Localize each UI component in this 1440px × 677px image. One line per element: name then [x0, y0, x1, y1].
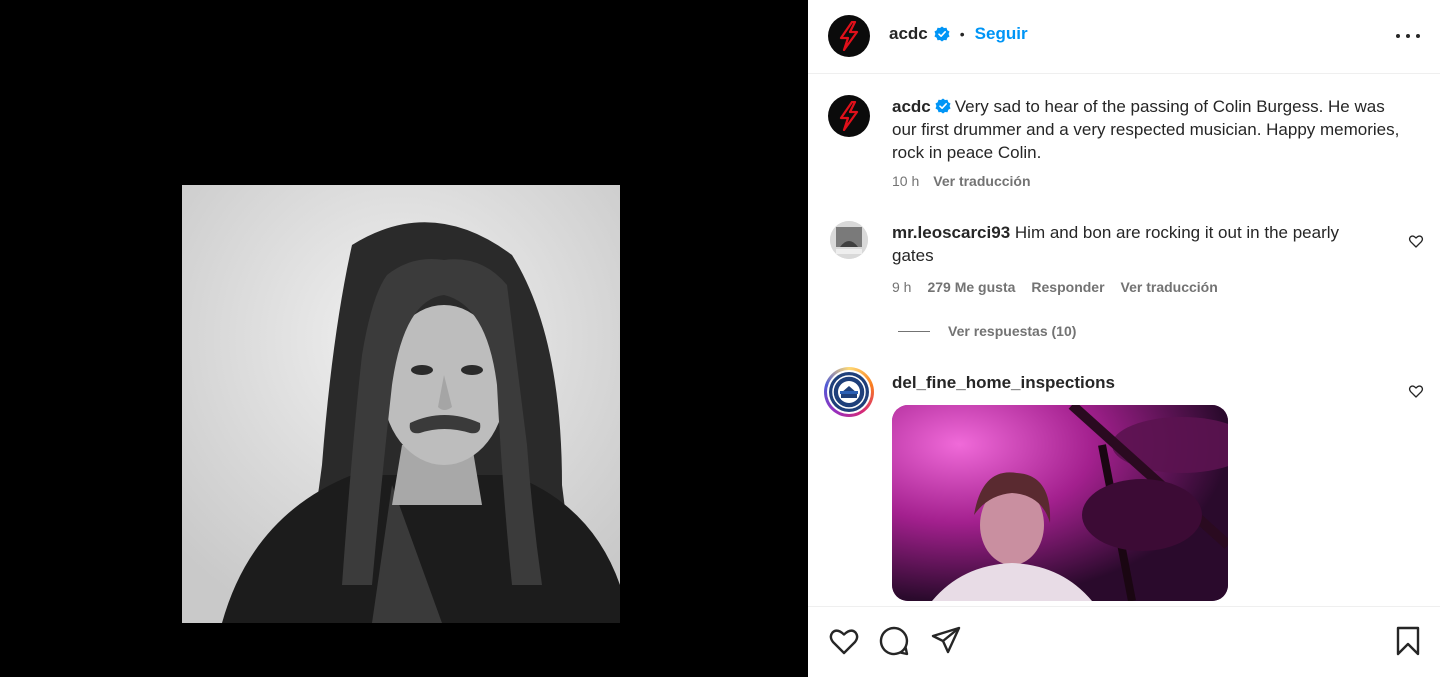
comment-like-heart-icon[interactable] — [1408, 383, 1424, 399]
action-bar — [808, 606, 1440, 677]
comment-icon[interactable] — [878, 625, 910, 657]
comment-translate-link[interactable]: Ver traducción — [1121, 279, 1218, 295]
replies-divider-line — [898, 330, 930, 332]
comment-username[interactable]: del_fine_home_inspections — [892, 373, 1115, 392]
comment-avatar[interactable] — [830, 221, 868, 259]
post-header: acdc • Seguir — [808, 0, 1440, 74]
comment-gif[interactable] — [892, 405, 1228, 601]
header-user: acdc • Seguir — [889, 24, 1028, 44]
caption-translate-link[interactable]: Ver traducción — [933, 173, 1030, 189]
media-panel — [0, 0, 808, 677]
share-icon[interactable] — [930, 625, 962, 657]
bookmark-icon[interactable] — [1392, 625, 1424, 657]
story-ring-avatar[interactable] — [824, 367, 874, 417]
caption-meta: 10 h Ver traducción — [892, 173, 1031, 189]
post-photo — [182, 185, 620, 623]
reply-button[interactable]: Responder — [1031, 279, 1104, 295]
caption-timestamp[interactable]: 10 h — [892, 173, 919, 189]
follow-button[interactable]: Seguir — [975, 24, 1028, 44]
author-avatar[interactable] — [828, 15, 870, 57]
business-logo-avatar — [829, 372, 869, 412]
drummer-gif-illustration — [892, 405, 1228, 601]
inspection-logo-icon — [832, 375, 866, 409]
post-details-panel: acdc • Seguir acdc Very sad to hear of t… — [808, 0, 1440, 677]
user-avatar-image — [830, 221, 868, 259]
view-replies-button[interactable]: Ver respuestas (10) — [898, 323, 1076, 339]
comment-header: del_fine_home_inspections — [892, 373, 1115, 393]
comment-likes-count[interactable]: 279 Me gusta — [927, 279, 1015, 295]
caption-author-username[interactable]: acdc — [892, 97, 931, 116]
caption: acdc Very sad to hear of the passing of … — [892, 95, 1412, 164]
comment-text: mr.leoscarci93 Him and bon are rocking i… — [892, 221, 1372, 267]
caption-author-avatar[interactable] — [828, 95, 870, 137]
caption-body: Very sad to hear of the passing of Colin… — [892, 97, 1400, 162]
comment-meta: 9 h 279 Me gusta Responder Ver traducció… — [892, 279, 1218, 295]
separator-dot: • — [959, 26, 965, 42]
comment-username[interactable]: mr.leoscarci93 — [892, 223, 1010, 242]
verified-badge-icon — [935, 98, 951, 114]
view-replies-label: Ver respuestas (10) — [948, 323, 1077, 339]
portrait-illustration — [182, 185, 620, 623]
heart-icon[interactable] — [828, 625, 860, 657]
comment-like-heart-icon[interactable] — [1408, 233, 1424, 249]
author-username[interactable]: acdc — [889, 24, 928, 44]
more-options-icon[interactable] — [1396, 26, 1420, 46]
verified-badge-icon — [934, 26, 950, 42]
acdc-bolt-logo — [839, 101, 859, 131]
acdc-bolt-logo — [839, 21, 859, 51]
comment-timestamp[interactable]: 9 h — [892, 279, 911, 295]
comments-list[interactable]: acdc Very sad to hear of the passing of … — [808, 75, 1440, 605]
